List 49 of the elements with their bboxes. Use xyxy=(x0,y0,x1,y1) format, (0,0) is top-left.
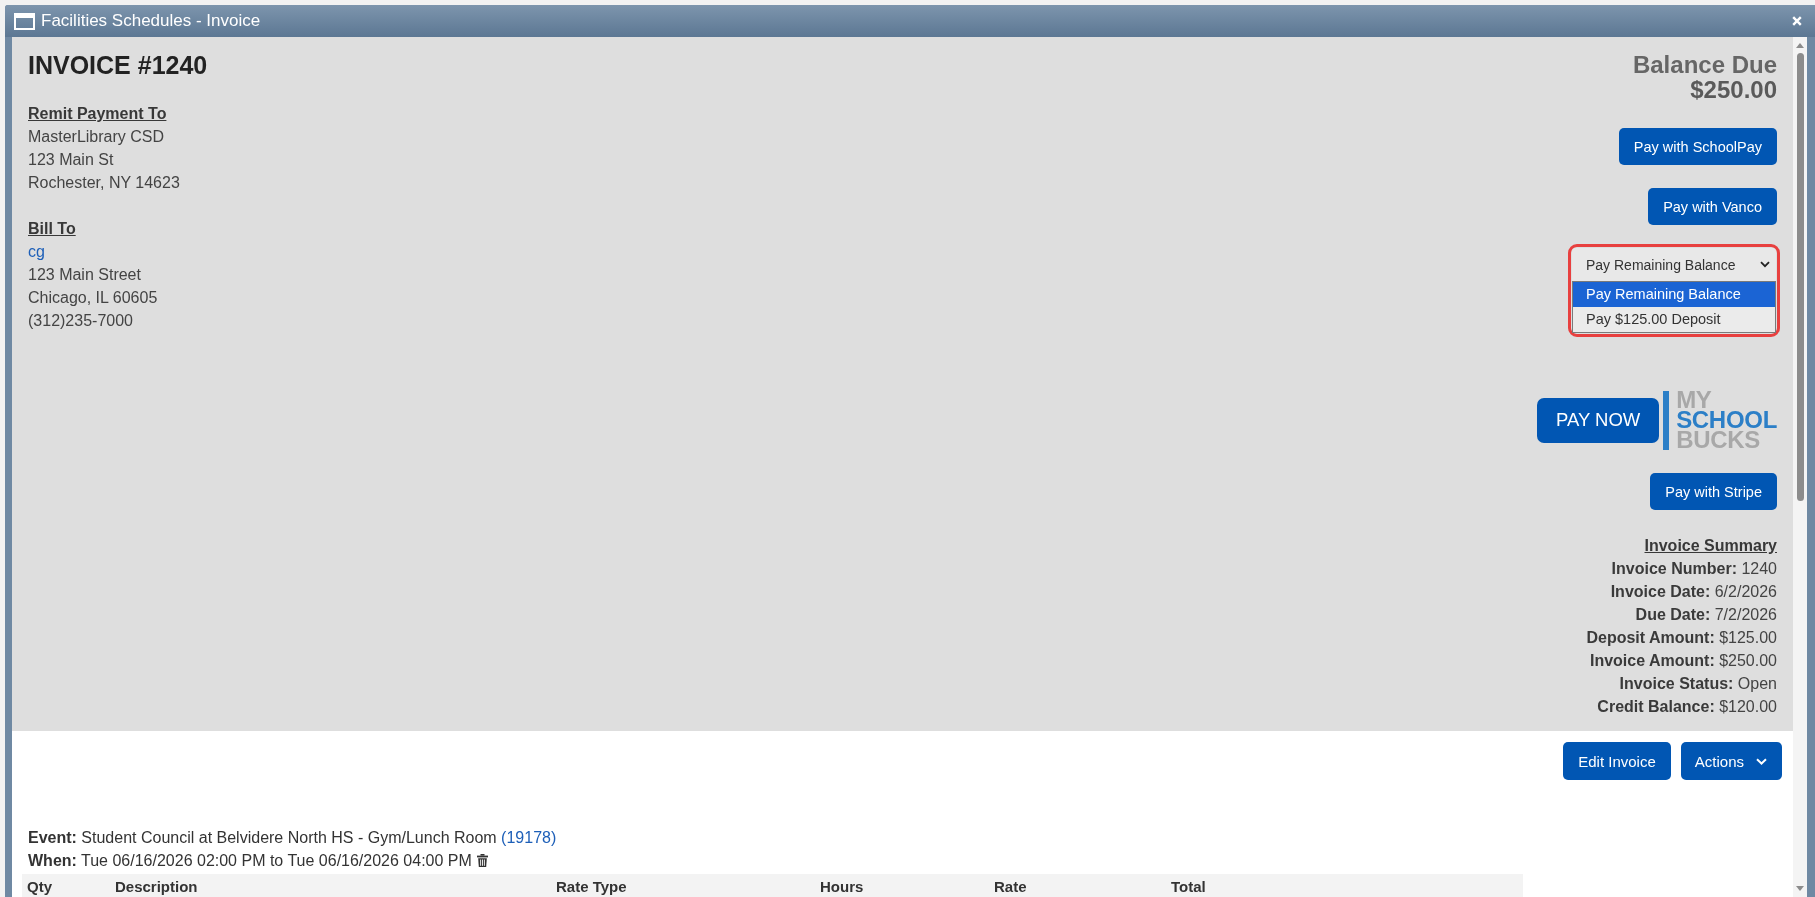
logo-text: SCHOOL xyxy=(1676,410,1777,430)
edit-button[interactable]: Edit Invoice xyxy=(1563,742,1671,780)
payment-amount-select[interactable]: Pay Remaining Balance xyxy=(1572,248,1776,281)
address-line: MasterLibrary CSD xyxy=(28,127,166,147)
event-time: When: Tue 06/16/2026 02:00 PM to Tue 06/16/2026 04:00 PM xyxy=(28,851,472,871)
trash-icon[interactable] xyxy=(476,854,488,867)
column-header: Rate Type xyxy=(556,878,627,895)
dropdown-option[interactable]: Pay $125.00 Deposit xyxy=(1573,307,1775,332)
address-line: Rochester, NY 14623 xyxy=(28,173,181,193)
chevron-down-icon xyxy=(1756,757,1767,765)
invoice-heading: INVOICE #1240 xyxy=(28,50,208,80)
section-label: Bill To xyxy=(28,219,77,239)
pay-button[interactable]: Pay with Vanco xyxy=(1648,188,1777,225)
chevron-down-icon xyxy=(1760,261,1770,268)
column-header: Qty xyxy=(27,878,52,895)
address-line: 123 Main St xyxy=(28,150,115,170)
pay-now-button[interactable]: PAY NOW xyxy=(1537,397,1660,443)
summary-row-text: Invoice Amount: $250.00 xyxy=(1588,651,1777,671)
summary-title: Invoice Summary xyxy=(1643,536,1777,556)
pay-button[interactable]: Pay with SchoolPay xyxy=(1618,128,1777,165)
pay-button[interactable]: Pay with Stripe xyxy=(1650,473,1777,510)
summary-row-text: Invoice Number: 1240 xyxy=(1610,559,1777,579)
window-icon xyxy=(14,12,35,30)
column-header: Total xyxy=(1171,878,1206,895)
close-icon[interactable] xyxy=(1792,16,1802,26)
summary-row-text: Deposit Amount: $125.00 xyxy=(1586,628,1777,648)
section-label: Remit Payment To xyxy=(28,104,168,124)
summary-row-text: Invoice Status: Open xyxy=(1618,674,1777,694)
actions-menu-button[interactable]: Actions xyxy=(1680,742,1782,780)
summary-row-text: Due Date: 7/2/2026 xyxy=(1634,605,1777,625)
column-header: Rate xyxy=(994,878,1027,895)
event-id-link[interactable]: (19178) xyxy=(501,829,557,846)
column-header: Hours xyxy=(820,878,864,895)
column-header: Description xyxy=(115,878,198,895)
dropdown-option[interactable]: Pay Remaining Balance xyxy=(1573,282,1775,307)
address-line: Chicago, IL 60605 xyxy=(28,288,159,308)
address-line: 123 Main Street xyxy=(28,265,142,285)
scrollbar[interactable] xyxy=(1793,37,1807,897)
balance-due-amount: $250.00 xyxy=(1690,77,1777,102)
balance-due-label: Balance Due xyxy=(1632,52,1777,77)
scroll-down-arrow-icon[interactable] xyxy=(1796,886,1804,891)
summary-row-text: Invoice Date: 6/2/2026 xyxy=(1609,582,1777,602)
customer-link[interactable]: cg xyxy=(28,243,45,260)
summary-row-text: Credit Balance: $120.00 xyxy=(1596,697,1777,717)
address-line: (312)235-7000 xyxy=(28,311,134,331)
event-details: Event: Student Council at Belvidere North HS - Gym/Lunch Room (19178) xyxy=(28,828,557,848)
scroll-up-arrow-icon[interactable] xyxy=(1796,43,1804,48)
scrollbar-thumb[interactable] xyxy=(1796,53,1804,501)
window-title: Facilities Schedules - Invoice xyxy=(41,11,262,31)
